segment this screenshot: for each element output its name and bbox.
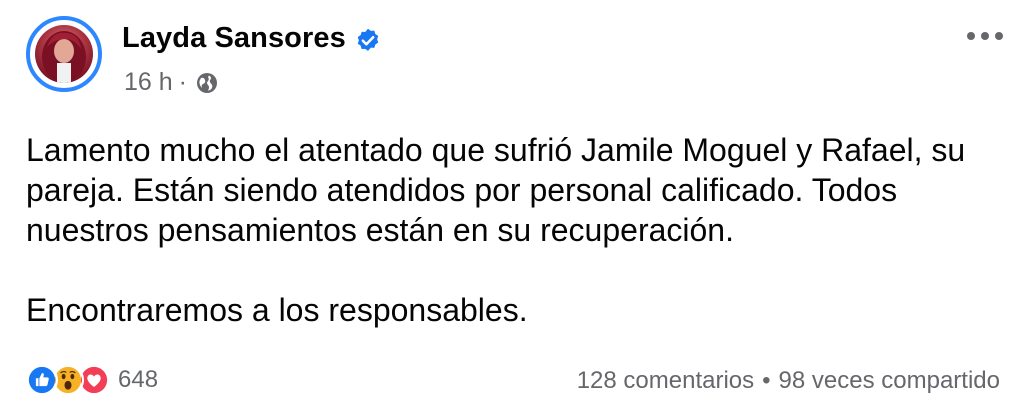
more-options-icon[interactable] xyxy=(964,26,1006,46)
facebook-post: Layda Sansores 16 h · Lamento mucho el a… xyxy=(0,0,1024,416)
like-icon xyxy=(26,364,58,396)
shares-count-link[interactable]: 98 veces compartido xyxy=(779,367,1000,395)
stats-separator: • xyxy=(762,367,771,394)
post-meta: 16 h · xyxy=(124,68,219,97)
author-name[interactable]: Layda Sansores xyxy=(122,22,346,55)
reaction-icons xyxy=(26,364,110,396)
post-paragraph: Lamento mucho el atentado que sufrió Jam… xyxy=(26,132,966,248)
comments-count-link[interactable]: 128 comentarios xyxy=(577,367,754,395)
post-paragraph: Encontraremos a los responsables. xyxy=(26,292,528,328)
meta-separator: · xyxy=(178,68,187,96)
post-stats: 128 comentarios • 98 veces compartido xyxy=(577,367,1000,395)
avatar-image xyxy=(42,31,86,83)
post-time[interactable]: 16 h xyxy=(124,68,173,97)
avatar-story-ring[interactable] xyxy=(26,16,102,92)
post-body: Lamento mucho el atentado que sufrió Jam… xyxy=(26,130,1006,330)
reaction-count[interactable]: 648 xyxy=(118,366,158,394)
verified-badge-icon xyxy=(357,28,379,51)
avatar[interactable] xyxy=(35,25,93,83)
globe-icon[interactable] xyxy=(195,71,219,95)
reactions-summary[interactable]: 648 xyxy=(26,364,158,396)
